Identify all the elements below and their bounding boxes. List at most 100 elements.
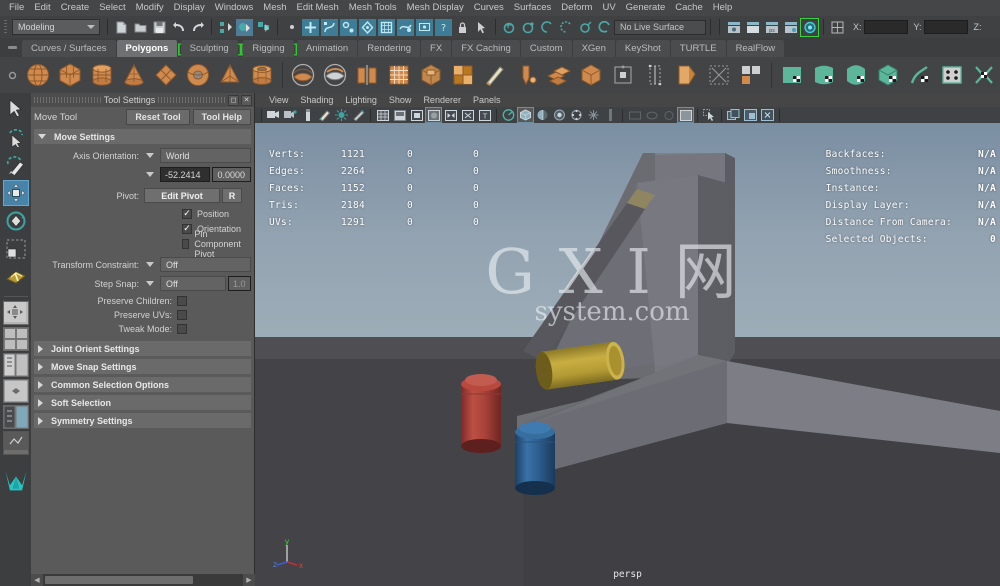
- snap-to-view-planes-icon[interactable]: [378, 18, 395, 36]
- snap-construction-4-icon[interactable]: [558, 19, 575, 36]
- poly-booleans-difference-icon[interactable]: [320, 60, 350, 90]
- poly-booleans-union-icon[interactable]: [288, 60, 318, 90]
- persp-outliner-layout[interactable]: [2, 379, 29, 403]
- viewport-menu-lighting[interactable]: Lighting: [339, 95, 383, 105]
- shelf-tab-xgen[interactable]: XGen: [572, 40, 615, 57]
- shadows-icon[interactable]: [334, 108, 349, 122]
- menu-item-select[interactable]: Select: [94, 0, 130, 16]
- transform-constraint-value[interactable]: Off: [160, 257, 251, 272]
- menu-set-selector[interactable]: Modeling: [12, 19, 100, 35]
- show-hide-editors-icon[interactable]: [725, 19, 742, 36]
- viewport-menu-renderer[interactable]: Renderer: [417, 95, 467, 105]
- symmetry-settings-section[interactable]: Symmetry Settings: [34, 413, 251, 428]
- tool-settings-titlebar[interactable]: Tool Settings ◻ ✕: [31, 93, 254, 107]
- close-window-icon[interactable]: ✕: [241, 94, 252, 106]
- tweak-mode-checkbox[interactable]: [177, 324, 187, 334]
- transform-fields-toggle-icon[interactable]: [829, 19, 846, 36]
- status-line-gripper[interactable]: [2, 17, 9, 37]
- pin-component-pivot-checkbox[interactable]: [182, 238, 190, 249]
- new-scene-icon[interactable]: [113, 19, 130, 36]
- snap-dot-icon[interactable]: [283, 19, 300, 36]
- viewport-menu-panels[interactable]: Panels: [467, 95, 507, 105]
- axis-value-2-input[interactable]: 0.0000: [212, 167, 251, 182]
- snap-construction-2-icon[interactable]: [520, 19, 537, 36]
- viewport-renderer-icon[interactable]: [501, 108, 516, 122]
- show-hide-tool-settings-icon[interactable]: ps: [763, 19, 780, 36]
- tool-help-button[interactable]: Tool Help: [192, 109, 251, 125]
- poly-triangulate-icon[interactable]: [576, 60, 606, 90]
- open-scene-icon[interactable]: [132, 19, 149, 36]
- live-surface-field[interactable]: No Live Surface: [614, 19, 706, 35]
- shelf-tab-custom[interactable]: Custom: [520, 40, 572, 57]
- shelf-tab-keyshot[interactable]: KeyShot: [615, 40, 670, 57]
- menu-item-uv[interactable]: UV: [597, 0, 620, 16]
- poly-pyramid-icon[interactable]: [215, 60, 245, 90]
- help-question-icon[interactable]: ?: [435, 18, 452, 36]
- poly-mirror-icon[interactable]: [640, 60, 670, 90]
- grid-toggle-icon[interactable]: [535, 108, 550, 122]
- menu-item-cache[interactable]: Cache: [670, 0, 707, 16]
- snap-to-grids-icon[interactable]: [302, 18, 319, 36]
- chevron-down-icon[interactable]: [146, 281, 154, 286]
- save-scene-icon[interactable]: [151, 19, 168, 36]
- reset-tool-button[interactable]: Reset Tool: [126, 109, 190, 125]
- light-icon[interactable]: [351, 108, 366, 122]
- tear-off-panel-icon[interactable]: [743, 108, 758, 122]
- color-management-icon[interactable]: [661, 108, 676, 122]
- shelf-tab-curves-surfaces[interactable]: Curves / Surfaces: [22, 40, 116, 57]
- poly-merge-icon[interactable]: [672, 60, 702, 90]
- viewport-menu-show[interactable]: Show: [383, 95, 418, 105]
- uv-layout-icon[interactable]: [969, 60, 999, 90]
- scrollbar-track[interactable]: [43, 576, 243, 584]
- show-hide-channel-box-icon[interactable]: [782, 19, 799, 36]
- poly-pipe-icon[interactable]: [247, 60, 277, 90]
- snap-construction-3-icon[interactable]: [539, 19, 556, 36]
- select-by-hierarchy-icon[interactable]: [217, 19, 234, 36]
- undo-icon[interactable]: [170, 19, 187, 36]
- gate-mask-icon[interactable]: [586, 108, 601, 122]
- xray-icon[interactable]: [460, 108, 475, 122]
- camera-attributes-icon[interactable]: [266, 108, 281, 122]
- shelf-tab-turtle[interactable]: TURTLE: [670, 40, 726, 57]
- isolate-select-icon[interactable]: [517, 107, 534, 123]
- close-panel-icon[interactable]: [760, 108, 775, 122]
- poly-cone-icon[interactable]: [119, 60, 149, 90]
- scroll-right-arrow-icon[interactable]: ▶: [243, 574, 255, 586]
- textured-mode-icon[interactable]: [425, 107, 442, 123]
- soft-selection-section[interactable]: Soft Selection: [34, 395, 251, 410]
- poly-quadrangulate-icon[interactable]: [608, 60, 638, 90]
- uv-cylindrical-icon[interactable]: [809, 60, 839, 90]
- preserve-children-checkbox[interactable]: [177, 296, 187, 306]
- shelf-tab-animation[interactable]: Animation: [296, 40, 358, 57]
- select-by-object-type-icon[interactable]: [236, 18, 253, 36]
- move-snap-settings-section[interactable]: Move Snap Settings: [34, 359, 251, 374]
- menu-item-surfaces[interactable]: Surfaces: [509, 0, 557, 16]
- poly-multicut-icon[interactable]: [480, 60, 510, 90]
- hypershade-persp-layout[interactable]: [2, 405, 29, 429]
- shelf-options-gear-icon[interactable]: [2, 57, 22, 93]
- pivot-position-checkbox[interactable]: ✓: [182, 208, 192, 219]
- smooth-shade-all-icon[interactable]: [392, 108, 407, 122]
- uv-automatic-icon[interactable]: [873, 60, 903, 90]
- poly-cylinder-icon[interactable]: [87, 60, 117, 90]
- shelf-handle[interactable]: [2, 38, 22, 57]
- joint-orient-settings-section[interactable]: Joint Orient Settings: [34, 341, 251, 356]
- x-coordinate-input[interactable]: [863, 20, 908, 34]
- two-sided-lighting-icon[interactable]: [317, 108, 332, 122]
- show-hide-attribute-editor-icon[interactable]: [744, 19, 761, 36]
- shelf-tab-polygons[interactable]: Polygons: [116, 40, 178, 57]
- move-settings-section-header[interactable]: Move Settings: [34, 129, 251, 144]
- scroll-left-arrow-icon[interactable]: ◀: [31, 574, 43, 586]
- last-tool-used-button[interactable]: [3, 264, 29, 290]
- lasso-select-tool-button[interactable]: [3, 124, 29, 150]
- common-selection-options-section[interactable]: Common Selection Options: [34, 377, 251, 392]
- poly-extrude-icon[interactable]: [416, 60, 446, 90]
- persp-graph-layout[interactable]: [2, 431, 29, 455]
- chevron-down-icon[interactable]: [146, 262, 154, 267]
- paint-select-tool-button[interactable]: [3, 152, 29, 178]
- uv-unfold-icon[interactable]: [905, 60, 935, 90]
- view-transform-icon[interactable]: [644, 108, 659, 122]
- poly-sphere-icon[interactable]: [23, 60, 53, 90]
- axis-orientation-value[interactable]: World: [160, 148, 251, 163]
- viewport-3d-canvas[interactable]: Verts: 1121 0 0 Edges: 2264 0 0 Faces: 1…: [255, 123, 1000, 586]
